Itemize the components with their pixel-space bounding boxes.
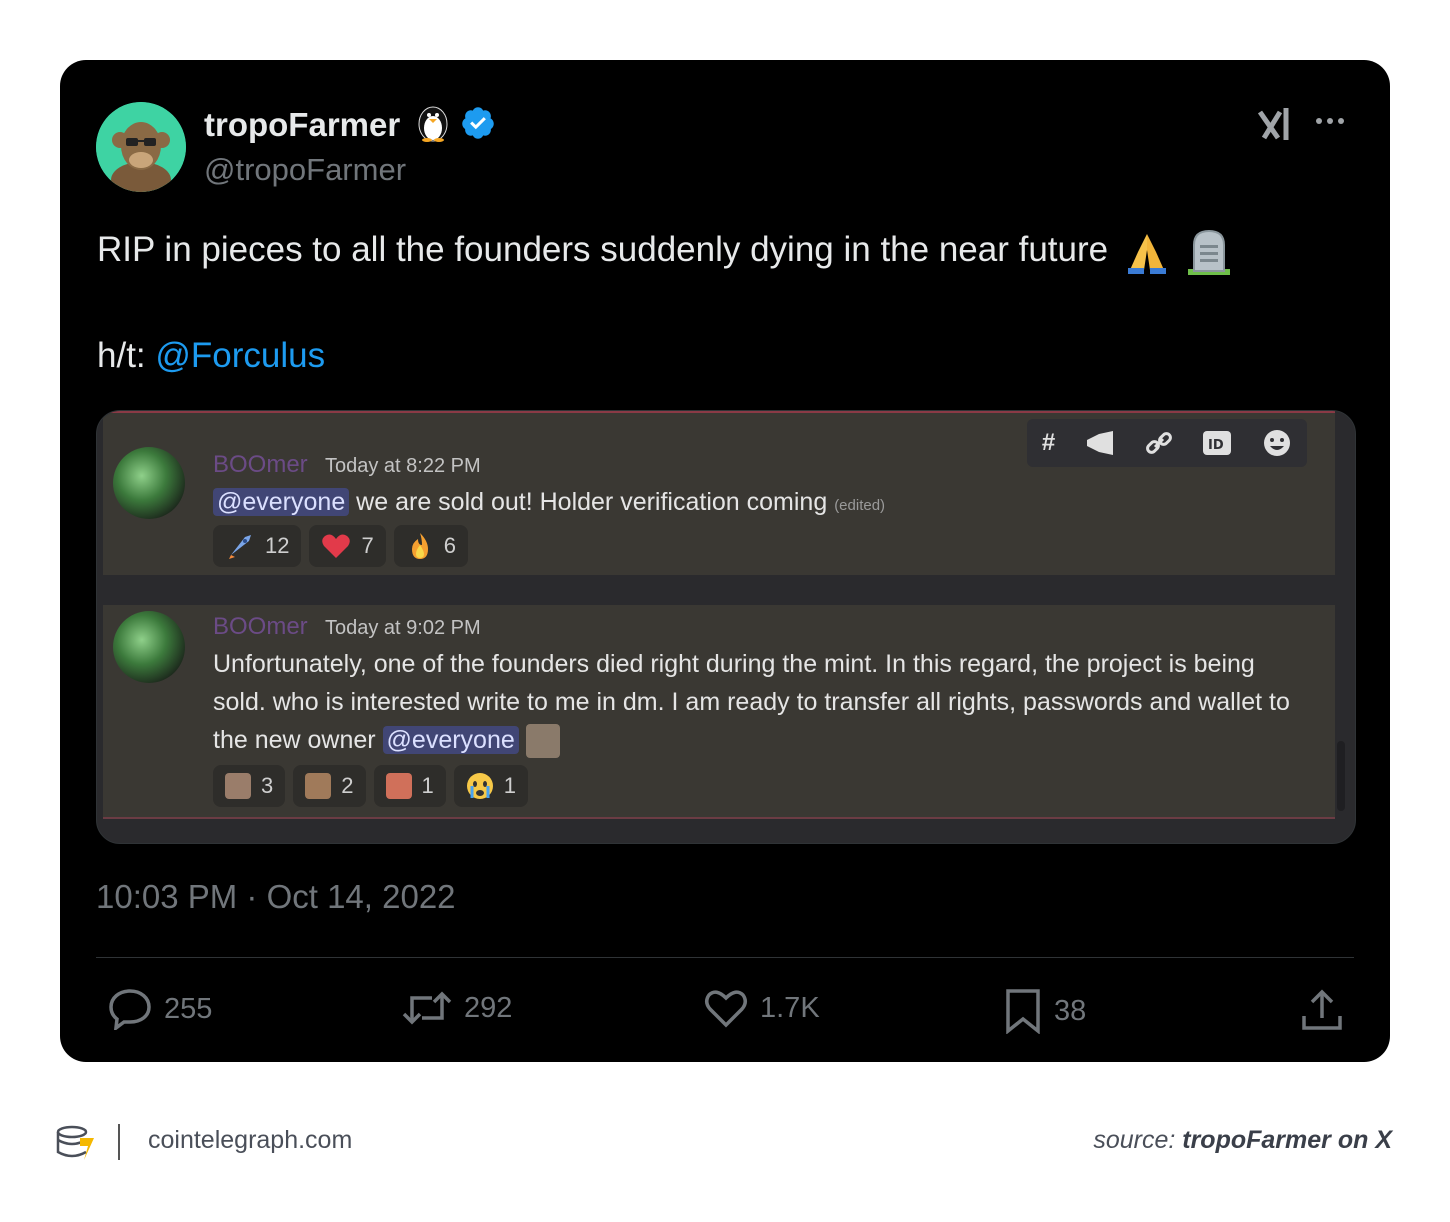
face-emote-icon [225,773,251,799]
penguin-icon [418,106,448,142]
heart-outline-icon [705,990,747,1028]
reaction-emote-3: 1 [373,765,446,807]
discord-avatar [113,447,185,519]
discord-message-text: Unfortunately, one of the founders died … [213,645,1313,759]
reaction-crying: 1 [453,765,528,807]
footer-source-prefix: source: [1093,1126,1183,1154]
svg-text:ID: ID [1208,438,1224,453]
divider [96,957,1354,958]
discord-avatar [113,611,185,683]
discord-message-2: BOOmer Today at 9:02 PM Unfortunately, o… [103,605,1335,819]
like-button[interactable]: 1.7K [704,988,820,1028]
footer-source-name: tropoFarmer on X [1182,1126,1392,1154]
tweet-text: RIP in pieces to all the founders sudden… [97,228,1232,275]
cointelegraph-logo-icon [56,1124,96,1167]
tweet-media-image[interactable]: BOOmer Today at 8:22 PM @everyone we are… [96,410,1356,844]
discord-message-body: we are sold out! Holder verification com… [349,488,835,516]
reply-button[interactable]: 255 [108,988,212,1030]
name-badges [416,104,496,142]
reaction-heart: 7 [309,525,386,567]
discord-author: BOOmer [213,451,308,478]
reaction-emote-2: 2 [293,765,366,807]
reaction-count: 7 [361,533,374,558]
face-emote-icon [305,773,332,799]
face-emote-icon [385,773,412,799]
reaction-count: 2 [341,773,354,798]
discord-mention-everyone: @everyone [382,726,519,754]
bookmark-icon [1006,989,1040,1034]
discord-author: BOOmer [213,613,308,640]
bookmark-button[interactable]: 38 [1004,988,1086,1034]
reaction-count: 1 [421,773,434,798]
headstone-emoji [1187,229,1230,275]
tweet-body: RIP in pieces to all the founders sudden… [97,230,1109,269]
discord-timestamp: Today at 9:02 PM [325,617,481,639]
share-icon [1302,989,1342,1030]
more-icon[interactable] [1316,118,1344,124]
grok-icon[interactable] [1256,104,1292,149]
hat-tip-prefix: h/t: [97,336,156,375]
smiley-icon [1264,430,1291,456]
footer-separator [118,1124,120,1160]
fire-icon [411,533,428,559]
discord-message-text: @everyone we are sold out! Holder verifi… [213,483,1313,525]
reaction-count: 6 [443,533,456,558]
link-icon [1145,432,1172,454]
tweet-hat-tip: h/t: @Forculus [97,334,325,378]
megaphone-icon [1086,431,1113,455]
discord-mention-everyone: @everyone [213,488,350,516]
discord-message-body: Unfortunately, one of the founders died … [213,650,1290,754]
reaction-rocket: 12 [213,525,302,567]
repost-icon [402,991,452,1025]
verified-badge-icon [462,107,494,139]
author-handle[interactable]: @tropoFarmer [204,152,406,188]
rocket-icon [229,535,251,559]
reaction-fire: 6 [393,525,468,567]
discord-edited-tag: (edited) [834,497,886,514]
discord-scrollbar [1337,741,1345,811]
crying-face-icon [466,773,493,799]
discord-timestamp: Today at 8:22 PM [325,455,481,477]
footer-site: cointelegraph.com [148,1126,353,1154]
reaction-count: 12 [265,533,290,558]
tweet-timestamp[interactable]: 10:03 PM · Oct 14, 2022 [96,878,456,916]
reaction-count: 3 [261,773,274,798]
reaction-emote-1: 3 [213,765,286,807]
discord-message-toolbar: # ID [1027,419,1307,467]
repost-button[interactable]: 292 [402,988,512,1028]
face-emote-icon [525,724,560,759]
repost-count: 292 [464,991,513,1024]
reply-icon [109,989,151,1030]
tweet-card: tropoFarmer @tropoFarmer RIP in pieces t… [60,60,1390,1062]
reaction-count: 1 [503,773,516,798]
tweet-actions: 255 292 1.7K 38 [96,988,1354,1038]
hat-tip-mention[interactable]: @Forculus [155,336,325,375]
share-button[interactable] [1300,988,1344,1032]
author-avatar[interactable] [96,102,186,192]
reply-count: 255 [164,992,213,1025]
pray-emoji [1127,233,1166,274]
discord-reactions: 3 2 1 1 [213,765,528,807]
footer-source: source: tropoFarmer on X [1093,1126,1392,1155]
discord-reactions: 12 7 6 [213,525,468,567]
id-icon: ID [1203,431,1232,455]
bookmark-count: 38 [1054,994,1087,1027]
author-display-name[interactable]: tropoFarmer [204,106,400,144]
heart-icon [322,534,351,558]
threads-icon: # [1041,429,1056,456]
like-count: 1.7K [760,991,820,1024]
